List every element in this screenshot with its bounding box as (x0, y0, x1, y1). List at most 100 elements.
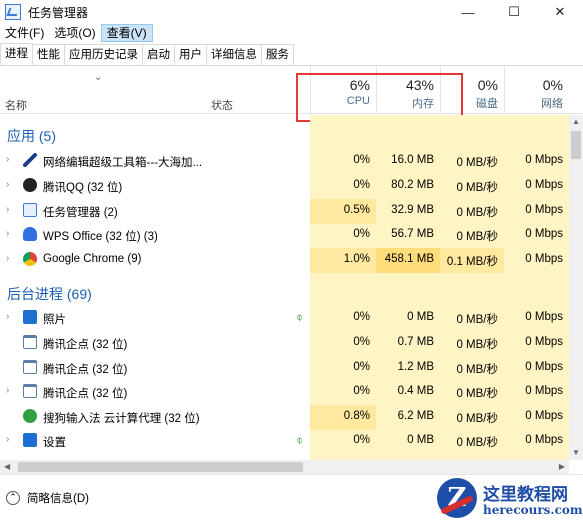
scroll-thumb[interactable] (18, 462, 303, 472)
chevron-down-icon[interactable]: ⌄ (94, 72, 102, 83)
network-value: 0 Mbps (525, 385, 563, 397)
section-apps: 应用 (5) (7, 128, 56, 144)
table-row[interactable]: › 任务管理器 (2) 0.5% 32.9 MB 0 MB/秒 0 Mbps (0, 199, 569, 224)
memory-value: 16.0 MB (391, 154, 434, 166)
watermark: Z 这里教程网 herecours.com (437, 478, 583, 520)
tab-users[interactable]: 用户 (174, 44, 207, 65)
window-icon (23, 360, 37, 374)
chrome-icon (23, 252, 37, 266)
memory-label: 内存 (412, 98, 434, 110)
close-button[interactable]: ✕ (537, 0, 583, 24)
network-label: 网络 (541, 98, 563, 110)
cpu-value: 0% (353, 228, 370, 240)
table-row[interactable]: › 网络编辑超级工具箱---大海加... 0% 16.0 MB 0 MB/秒 0… (0, 149, 569, 174)
process-name: 搜狗输入法 云计算代理 (32 位) (43, 413, 200, 425)
disk-value: 0 MB/秒 (456, 339, 498, 351)
disk-value: 0 MB/秒 (456, 413, 498, 425)
cpu-value: 0% (353, 311, 370, 323)
tab-performance[interactable]: 性能 (32, 44, 65, 65)
tab-details[interactable]: 详细信息 (206, 44, 262, 65)
scroll-down-icon[interactable]: ▼ (569, 446, 583, 460)
process-name: WPS Office (32 位) (3) (43, 231, 158, 243)
disk-value: 0 MB/秒 (456, 182, 498, 194)
table-row[interactable]: › 照片 ⌽ 0% 0 MB 0 MB/秒 0 Mbps (0, 306, 569, 331)
cpu-value: 1.0% (343, 253, 370, 265)
disk-percent: 0% (477, 77, 498, 93)
tab-services[interactable]: 服务 (261, 44, 294, 65)
scroll-right-icon[interactable]: ▶ (559, 460, 565, 474)
table-row[interactable]: 腾讯企点 (32 位) 0% 0.7 MB 0 MB/秒 0 Mbps (0, 331, 569, 356)
network-value: 0 Mbps (525, 311, 563, 323)
watermark-logo: Z (437, 478, 477, 518)
disk-value: 0 MB/秒 (456, 207, 498, 219)
expand-icon[interactable]: › (6, 154, 9, 165)
table-row[interactable]: 搜狗输入法 云计算代理 (32 位) 0.8% 6.2 MB 0 MB/秒 0 … (0, 405, 569, 430)
column-memory[interactable]: 43% 内存 (376, 66, 440, 113)
window-icon (23, 384, 37, 398)
table-row[interactable]: › 腾讯QQ (32 位) 0% 80.2 MB 0 MB/秒 0 Mbps (0, 174, 569, 199)
vertical-scrollbar[interactable]: ▲ ▼ (569, 115, 583, 460)
minimize-button[interactable]: — (445, 0, 491, 24)
process-name: 腾讯企点 (32 位) (43, 388, 128, 400)
scroll-left-icon[interactable]: ◀ (4, 460, 10, 474)
column-network[interactable]: 0% 网络 (504, 66, 569, 113)
disk-value: 0.1 MB/秒 (446, 256, 498, 268)
table-row[interactable]: › 腾讯企点 (32 位) 0% 0.4 MB 0 MB/秒 0 Mbps (0, 380, 569, 405)
table-row[interactable]: › Google Chrome (9) 1.0% 458.1 MB 0.1 MB… (0, 248, 569, 273)
expand-icon[interactable]: › (6, 204, 9, 215)
network-value: 0 Mbps (525, 154, 563, 166)
process-name: 任务管理器 (2) (43, 207, 118, 219)
table-row[interactable]: › 设置 ⌽ 0% 0 MB 0 MB/秒 0 Mbps (0, 429, 569, 454)
scroll-up-icon[interactable]: ▲ (569, 115, 583, 129)
process-name: Google Chrome (9) (43, 253, 142, 265)
cpu-value: 0.5% (343, 204, 370, 216)
cpu-label: CPU (346, 95, 370, 107)
cpu-value: 0% (353, 385, 370, 397)
cpu-value: 0% (353, 154, 370, 166)
expand-icon[interactable]: › (6, 179, 9, 190)
column-header: ⌄ 名称 状态 6% CPU 43% 内存 0% 磁盘 0% 网络 (0, 66, 583, 114)
wps-icon (23, 227, 37, 241)
memory-value: 458.1 MB (384, 253, 434, 265)
task-manager-icon (23, 203, 37, 217)
memory-value: 1.2 MB (397, 361, 434, 373)
tab-app-history[interactable]: 应用历史记录 (64, 44, 143, 65)
network-value: 0 Mbps (525, 434, 563, 446)
expand-icon[interactable]: › (6, 385, 9, 396)
network-value: 0 Mbps (525, 253, 563, 265)
disk-value: 0 MB/秒 (456, 157, 498, 169)
table-row[interactable]: 腾讯企点 (32 位) 0% 1.2 MB 0 MB/秒 0 Mbps (0, 356, 569, 381)
network-value: 0 Mbps (525, 228, 563, 240)
disk-value: 0 MB/秒 (456, 364, 498, 376)
menu-view[interactable]: 查看(V) (100, 24, 153, 42)
menu-file[interactable]: 文件(F) (0, 24, 49, 42)
expand-icon[interactable]: › (6, 434, 9, 445)
window-icon (23, 335, 37, 349)
maximize-button[interactable]: ☐ (491, 0, 537, 24)
cpu-value: 0% (353, 361, 370, 373)
cpu-percent: 6% (349, 77, 370, 93)
expand-icon[interactable]: › (6, 228, 9, 239)
menu-options[interactable]: 选项(O) (49, 24, 100, 42)
tab-startup[interactable]: 启动 (142, 44, 175, 65)
disk-label: 磁盘 (476, 98, 498, 110)
column-status[interactable]: 状态 (211, 97, 233, 113)
fewer-details-button[interactable]: ⌃ 简略信息(D) (6, 490, 89, 506)
column-name[interactable]: 名称 (5, 97, 27, 113)
tab-bar: 进程 性能 应用历史记录 启动 用户 详细信息 服务 (0, 43, 583, 66)
horizontal-scrollbar[interactable]: ◀ ▶ (0, 460, 569, 474)
process-name: 腾讯企点 (32 位) (43, 339, 128, 351)
network-value: 0 Mbps (525, 410, 563, 422)
process-list: 应用 (5) › 网络编辑超级工具箱---大海加... 0% 16.0 MB 0… (0, 115, 569, 460)
tab-processes[interactable]: 进程 (0, 43, 33, 65)
process-name: 照片 (43, 314, 66, 326)
process-name: 腾讯QQ (32 位) (43, 182, 123, 194)
column-disk[interactable]: 0% 磁盘 (440, 66, 504, 113)
expand-icon[interactable]: › (6, 311, 9, 322)
expand-icon[interactable]: › (6, 253, 9, 264)
scroll-thumb[interactable] (571, 131, 581, 159)
menu-bar: 文件(F) 选项(O) 查看(V) (0, 24, 153, 42)
column-cpu[interactable]: 6% CPU (310, 66, 376, 113)
table-row[interactable]: › WPS Office (32 位) (3) 0% 56.7 MB 0 MB/… (0, 223, 569, 248)
sogou-icon (23, 409, 37, 423)
